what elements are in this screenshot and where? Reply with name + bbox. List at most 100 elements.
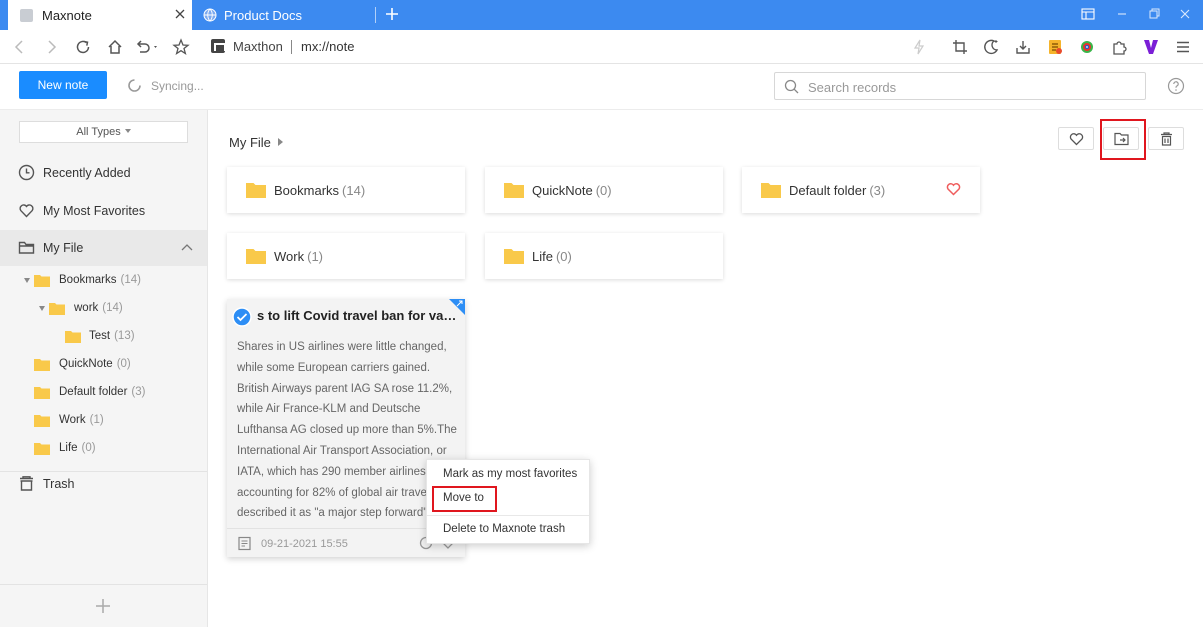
sidebar-item-favorites[interactable]: My Most Favorites bbox=[0, 193, 207, 229]
folder-count: (0) bbox=[555, 249, 572, 264]
help-icon[interactable] bbox=[1167, 77, 1185, 95]
close-tab-icon[interactable] bbox=[172, 6, 188, 22]
selected-check-icon[interactable] bbox=[232, 307, 252, 327]
new-tab-icon[interactable] bbox=[384, 6, 400, 22]
trash-icon bbox=[18, 475, 35, 492]
lightning-icon[interactable] bbox=[910, 38, 928, 56]
tab-manager-icon[interactable] bbox=[1081, 7, 1095, 21]
puzzle-extensions-icon[interactable] bbox=[1110, 38, 1128, 56]
delete-button[interactable] bbox=[1148, 127, 1184, 150]
undo-icon[interactable] bbox=[134, 38, 160, 56]
download-icon[interactable] bbox=[1014, 38, 1032, 56]
caret-down-icon[interactable] bbox=[24, 278, 30, 283]
sidebar-item-label: Recently Added bbox=[43, 166, 131, 180]
reload-icon[interactable] bbox=[74, 38, 92, 56]
folder-icon bbox=[65, 330, 81, 343]
folder-card-bookmarks[interactable]: Bookmarks (14) bbox=[227, 167, 465, 213]
tab-product-docs[interactable]: Product Docs bbox=[196, 0, 376, 30]
crop-screenshot-icon[interactable] bbox=[951, 38, 969, 56]
tree-item-label: Test bbox=[89, 330, 111, 342]
v-extension-icon[interactable] bbox=[1142, 38, 1160, 56]
folder-count: (0) bbox=[595, 183, 612, 198]
browser-tab-bar: Maxnote Product Docs bbox=[0, 0, 1203, 30]
note-preview: Shares in US airlines were little change… bbox=[237, 341, 457, 520]
folder-card-default-folder[interactable]: Default folder (3) bbox=[742, 167, 980, 213]
folder-icon bbox=[34, 274, 50, 287]
night-mode-icon[interactable] bbox=[982, 38, 1000, 56]
sync-status: Syncing... bbox=[151, 79, 204, 93]
folder-icon bbox=[504, 248, 524, 264]
tree-item-label: Default folder bbox=[59, 386, 128, 398]
note-extension-icon[interactable] bbox=[1046, 38, 1064, 56]
folder-card-life[interactable]: Life (0) bbox=[485, 233, 723, 279]
tab-title: Product Docs bbox=[224, 8, 303, 23]
favorite-button[interactable] bbox=[1058, 127, 1094, 150]
tree-item-work-sub[interactable]: work (14) bbox=[0, 298, 207, 320]
sidebar-item-my-file[interactable]: My File bbox=[0, 230, 207, 266]
menu-item-mark-favorite[interactable]: Mark as my most favorites bbox=[443, 468, 577, 480]
back-icon[interactable] bbox=[11, 38, 29, 56]
folder-outline-icon bbox=[18, 239, 35, 256]
maxnote-favicon-icon bbox=[20, 9, 33, 22]
tree-item-work[interactable]: Work (1) bbox=[0, 410, 207, 432]
breadcrumb-arrow-icon bbox=[278, 138, 283, 146]
folder-icon bbox=[34, 358, 50, 371]
folder-name: Life bbox=[532, 249, 553, 264]
tree-item-count: (3) bbox=[131, 386, 146, 398]
highlight-box-move-to bbox=[432, 486, 497, 512]
bookmark-star-icon[interactable] bbox=[172, 38, 190, 56]
search-input[interactable]: Search records bbox=[774, 72, 1146, 100]
tree-item-quicknote[interactable]: QuickNote (0) bbox=[0, 354, 207, 376]
sidebar-item-recently-added[interactable]: Recently Added bbox=[0, 155, 207, 191]
folder-card-quicknote[interactable]: QuickNote (0) bbox=[485, 167, 723, 213]
favorite-heart-icon[interactable] bbox=[946, 182, 961, 196]
heart-icon bbox=[18, 202, 35, 219]
restore-icon[interactable] bbox=[1147, 7, 1161, 21]
tree-item-count: (0) bbox=[81, 442, 96, 454]
folder-name: QuickNote bbox=[532, 183, 593, 198]
tab-maxnote[interactable]: Maxnote bbox=[8, 0, 192, 30]
caret-down-icon[interactable] bbox=[39, 306, 45, 311]
folder-icon bbox=[34, 414, 50, 427]
folder-card-work[interactable]: Work (1) bbox=[227, 233, 465, 279]
new-note-button[interactable]: New note bbox=[19, 71, 107, 99]
folder-count: (14) bbox=[342, 183, 366, 198]
type-filter-dropdown[interactable]: All Types bbox=[19, 121, 188, 143]
tree-item-label: Work bbox=[59, 414, 86, 426]
tree-item-label: work bbox=[74, 302, 99, 314]
address-url[interactable]: mx://note bbox=[301, 39, 354, 54]
note-date: 09-21-2021 15:55 bbox=[261, 538, 348, 550]
tree-item-default-folder[interactable]: Default folder (3) bbox=[0, 382, 207, 404]
sidebar: All Types Recently Added My Most Favorit… bbox=[0, 110, 208, 627]
search-icon bbox=[784, 79, 799, 94]
note-title: s to lift Covid travel ban for vac... bbox=[257, 308, 457, 323]
folder-count: (3) bbox=[869, 183, 886, 198]
close-window-icon[interactable] bbox=[1178, 7, 1192, 21]
tree-item-life[interactable]: Life (0) bbox=[0, 438, 207, 460]
folder-name: Default folder bbox=[789, 183, 867, 198]
home-icon[interactable] bbox=[106, 38, 124, 56]
menu-item-delete-to-trash[interactable]: Delete to Maxnote trash bbox=[443, 523, 565, 535]
minimize-icon[interactable] bbox=[1115, 7, 1129, 21]
app-header: New note Syncing... Search records bbox=[0, 64, 1203, 110]
tree-item-label: Bookmarks bbox=[59, 274, 117, 286]
chevron-up-icon[interactable] bbox=[180, 242, 194, 254]
sidebar-item-label: My Most Favorites bbox=[43, 204, 146, 218]
type-filter-label: All Types bbox=[76, 126, 121, 138]
folder-icon bbox=[504, 182, 524, 198]
breadcrumb[interactable]: My File bbox=[229, 135, 271, 150]
folder-name: Bookmarks bbox=[274, 183, 340, 198]
eye-extension-icon[interactable] bbox=[1078, 38, 1096, 56]
tree-item-test[interactable]: Test (13) bbox=[0, 326, 207, 348]
menu-icon[interactable] bbox=[1174, 38, 1192, 56]
folder-icon bbox=[246, 182, 266, 198]
sidebar-bottom-divider bbox=[0, 584, 207, 585]
tree-item-bookmarks[interactable]: Bookmarks (14) bbox=[0, 270, 207, 292]
folder-icon bbox=[34, 386, 50, 399]
forward-icon[interactable] bbox=[42, 38, 60, 56]
tab-title: Maxnote bbox=[42, 8, 92, 23]
sidebar-item-trash[interactable]: Trash bbox=[0, 466, 207, 502]
tree-item-label: QuickNote bbox=[59, 358, 113, 370]
sidebar-item-label: My File bbox=[43, 241, 84, 255]
add-folder-icon[interactable] bbox=[95, 598, 111, 614]
